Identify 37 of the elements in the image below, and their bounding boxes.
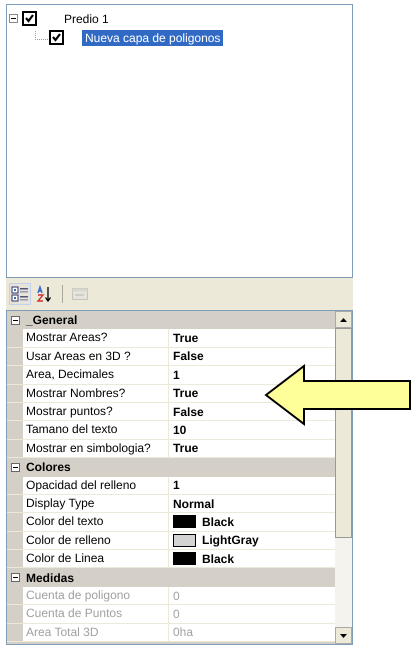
tree-item[interactable]: Predio 1 xyxy=(61,10,112,26)
property-value[interactable]: Black xyxy=(202,514,234,529)
property-name: Color del texto xyxy=(23,513,169,531)
property-name: Area Total 3D xyxy=(23,624,169,642)
property-name: Display Type xyxy=(23,494,169,512)
property-value[interactable]: False xyxy=(173,404,204,419)
checkbox[interactable] xyxy=(49,30,64,45)
collapse-icon[interactable] xyxy=(11,462,20,472)
property-value[interactable]: Black xyxy=(202,552,234,566)
property-name: Color de relleno xyxy=(23,532,169,550)
property-name: Color de Linea xyxy=(23,550,169,568)
property-name: Tamano del texto xyxy=(23,421,169,439)
property-value[interactable]: True xyxy=(173,386,198,400)
property-name: Usar Areas en 3D ? xyxy=(23,348,169,366)
property-name: Mostrar Areas? xyxy=(23,329,169,347)
collapse-icon[interactable] xyxy=(9,14,18,23)
scrollbar[interactable] xyxy=(335,311,352,644)
property-name: Area, Decimales xyxy=(23,366,169,384)
property-name: Opacidad del relleno xyxy=(23,476,169,494)
property-value[interactable]: False xyxy=(173,349,204,364)
scroll-up-icon[interactable] xyxy=(335,311,352,328)
categorized-icon[interactable] xyxy=(9,283,31,305)
property-name: Mostrar Nombres? xyxy=(23,384,169,402)
property-name: Mostrar en simbologia? xyxy=(23,440,169,458)
collapse-icon[interactable] xyxy=(11,316,20,325)
property-value[interactable]: 10 xyxy=(173,423,186,438)
property-value[interactable]: 1 xyxy=(173,368,180,382)
tree-item[interactable]: Nueva capa de poligonos xyxy=(82,30,224,46)
property-value[interactable]: 1 xyxy=(173,478,180,492)
property-name: Mostrar puntos? xyxy=(23,402,169,420)
collapse-icon[interactable] xyxy=(11,573,20,582)
checkbox[interactable] xyxy=(22,11,37,26)
scroll-down-icon[interactable] xyxy=(335,627,352,644)
property-value[interactable]: True xyxy=(173,441,198,456)
property-name: Cuenta de poligono xyxy=(23,586,169,604)
property-value[interactable]: True xyxy=(173,331,198,346)
property-name: Cuenta de Puntos xyxy=(23,605,169,623)
